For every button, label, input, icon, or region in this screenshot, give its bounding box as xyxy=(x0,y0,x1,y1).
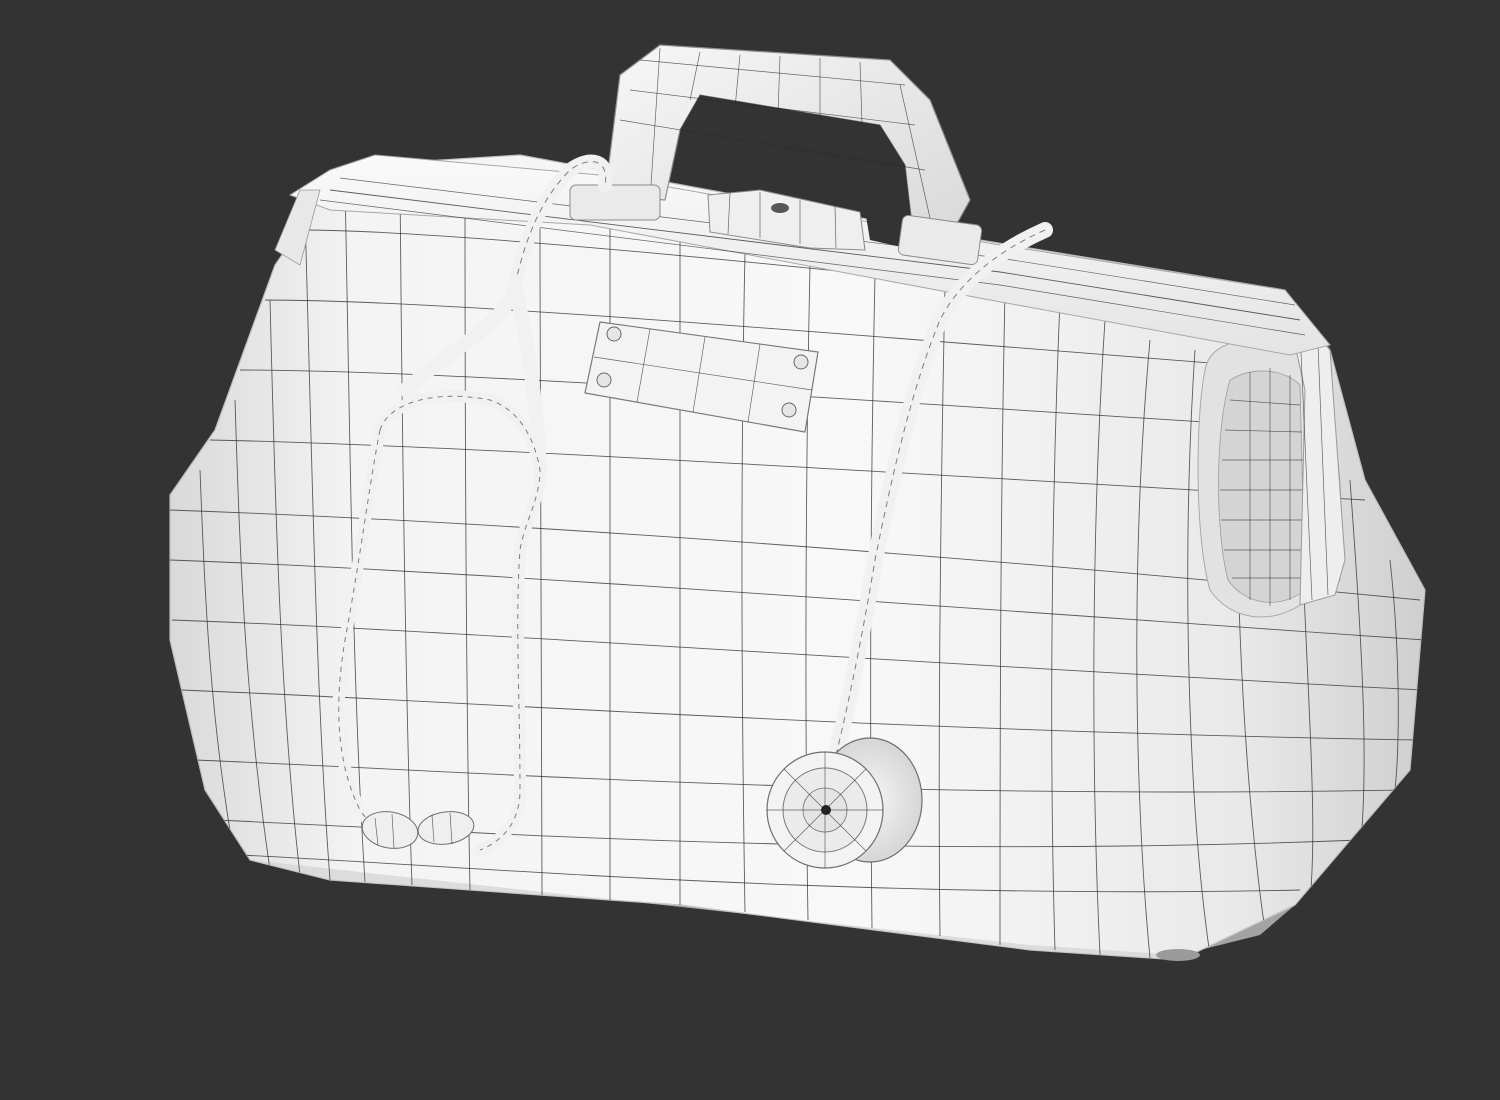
screw-icon xyxy=(606,326,622,342)
screw-icon xyxy=(793,354,809,370)
wireframe-render xyxy=(169,44,1426,961)
bag-foot xyxy=(1156,949,1200,961)
handle-mount-left xyxy=(569,184,661,221)
keyhole-icon xyxy=(771,203,789,213)
screw-icon xyxy=(781,402,797,418)
render-viewport xyxy=(0,0,1500,1100)
screw-icon xyxy=(596,372,612,388)
